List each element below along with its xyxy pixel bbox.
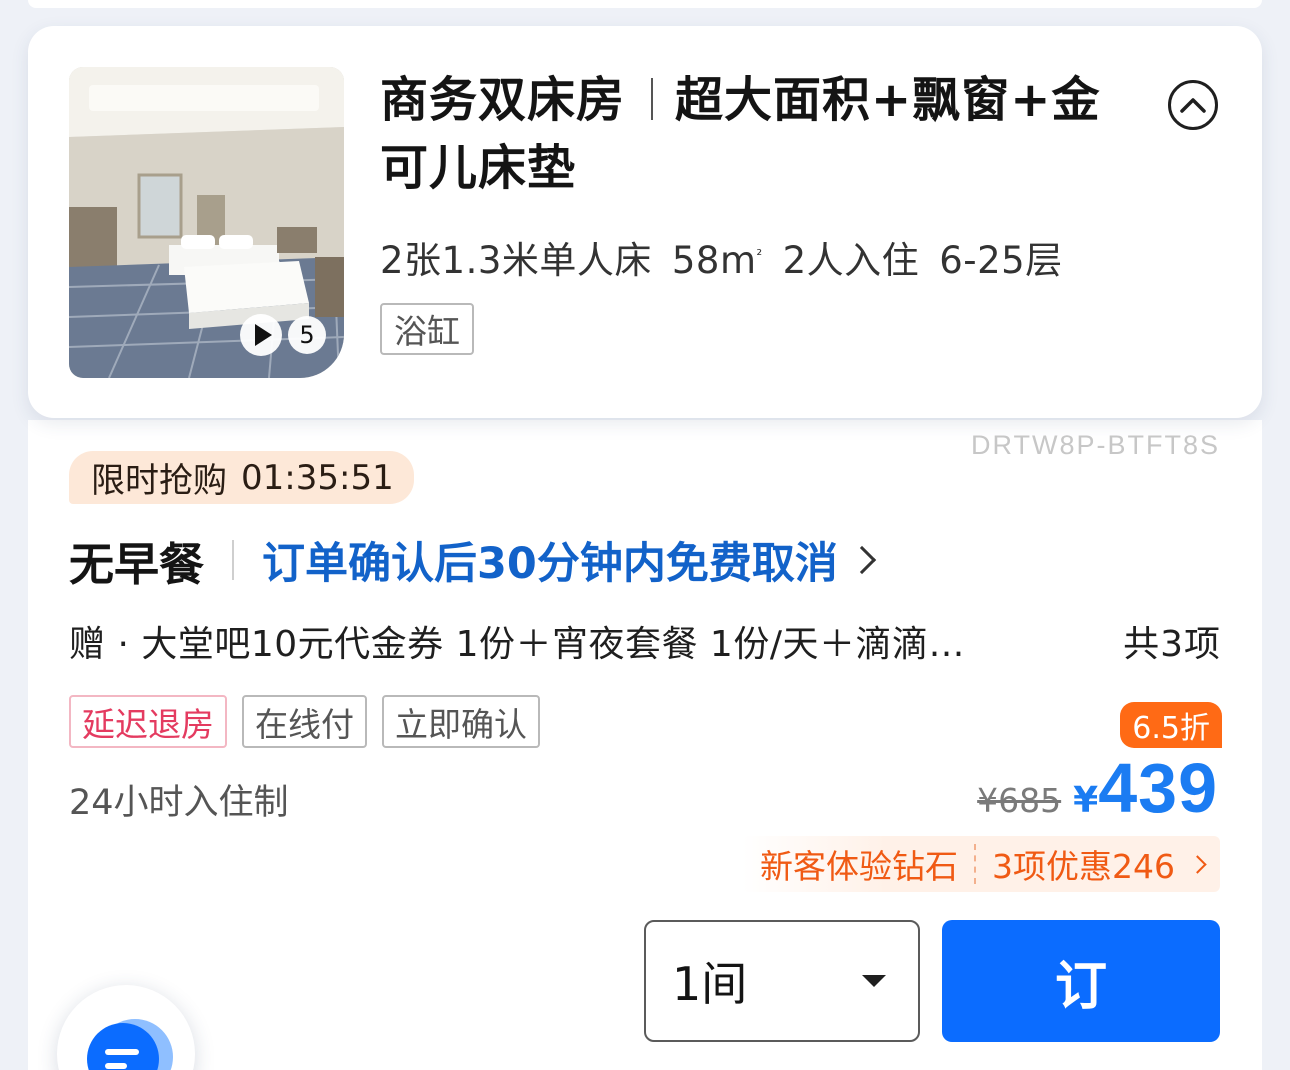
play-icon bbox=[240, 314, 282, 356]
promo-discount: 3项优惠246 bbox=[992, 847, 1175, 886]
bed-info: 2张1.3米单人床 bbox=[380, 239, 652, 282]
tag-instant-confirm: 立即确认 bbox=[382, 695, 540, 748]
discount-badge: 6.5折 bbox=[1120, 702, 1222, 748]
tag-online-pay: 在线付 bbox=[242, 695, 367, 748]
checkin-policy: 24小时入住制 bbox=[69, 783, 289, 823]
flash-sale-label: 限时抢购 bbox=[91, 461, 227, 501]
price-row: ¥685 ¥ 439 bbox=[977, 748, 1218, 828]
previous-card-edge bbox=[28, 0, 1262, 8]
meal-cancel-line: 无早餐 订单确认后30分钟内免费取消 bbox=[69, 529, 877, 591]
room-title: 商务双床房 超大面积+飘窗+金可儿床垫 bbox=[380, 66, 1110, 202]
chat-button[interactable] bbox=[57, 985, 195, 1070]
caret-down-icon bbox=[862, 975, 886, 987]
floor-info: 6-25层 bbox=[939, 239, 1063, 282]
chevron-right-icon bbox=[1188, 854, 1207, 874]
room-title-main: 商务双床房 bbox=[380, 72, 626, 128]
member-promo: 新客体验钻石 bbox=[760, 847, 959, 886]
promo-bar[interactable]: 新客体验钻石 3项优惠246 bbox=[742, 836, 1220, 892]
room-card[interactable]: 5 商务双床房 超大面积+飘窗+金可儿床垫 2张1.3米单人床 58m² 2人入住 6-… bbox=[28, 26, 1262, 418]
promo-divider bbox=[974, 844, 977, 884]
video-badge[interactable]: 5 bbox=[240, 314, 326, 356]
room-photo[interactable]: 5 bbox=[69, 67, 344, 378]
cancel-policy-link[interactable]: 订单确认后30分钟内免费取消 bbox=[262, 529, 838, 591]
room-quantity-value: 1间 bbox=[672, 957, 748, 1011]
area-info: 58m² bbox=[671, 239, 763, 282]
meal-info: 无早餐 bbox=[69, 537, 205, 591]
title-divider bbox=[651, 78, 654, 120]
room-specs: 2张1.3米单人床 58m² 2人入住 6-25层 bbox=[380, 230, 1083, 284]
room-quantity-select[interactable]: 1间 bbox=[644, 920, 920, 1042]
facility-tag: 浴缸 bbox=[380, 303, 474, 355]
chevron-up-circle-icon[interactable] bbox=[1168, 80, 1218, 130]
currency-symbol: ¥ bbox=[1073, 780, 1099, 821]
chat-icon bbox=[87, 1019, 173, 1070]
rate-tags: 延迟退房 在线付 立即确认 bbox=[69, 695, 540, 748]
tag-late-checkout: 延迟退房 bbox=[69, 695, 227, 748]
flash-sale-countdown: 01:35:51 bbox=[241, 457, 394, 498]
media-count: 5 bbox=[288, 316, 326, 354]
flash-sale-badge: 限时抢购 01:35:51 bbox=[69, 451, 414, 504]
meal-divider bbox=[232, 540, 235, 580]
occupancy-info: 2人入住 bbox=[782, 239, 920, 282]
rate-code: DRTW8P-BTFT8S bbox=[970, 430, 1220, 460]
gift-list: 赠 · 大堂吧10元代金券 1份＋宵夜套餐 1份/天＋滴滴… bbox=[69, 624, 965, 665]
gift-line[interactable]: 赠 · 大堂吧10元代金券 1份＋宵夜套餐 1份/天＋滴滴… 共3项 bbox=[69, 616, 1221, 666]
chevron-right-icon[interactable] bbox=[847, 545, 877, 575]
gift-total[interactable]: 共3项 bbox=[1123, 615, 1221, 667]
original-price: ¥685 bbox=[977, 781, 1062, 820]
book-button[interactable]: 订 bbox=[942, 920, 1220, 1042]
current-price: 439 bbox=[1098, 749, 1218, 827]
